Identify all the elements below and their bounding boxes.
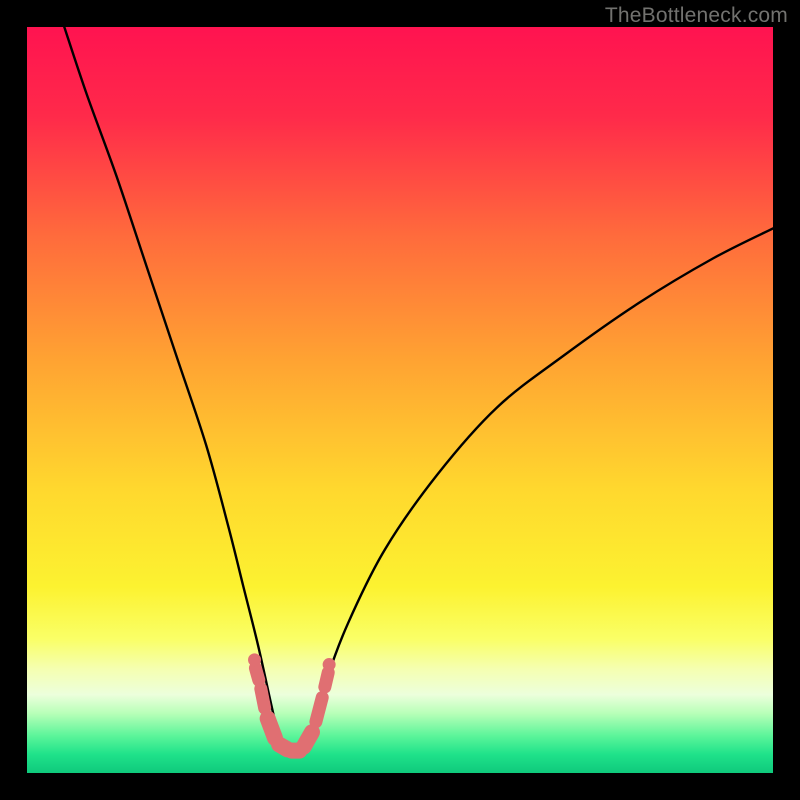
plateau-segment <box>268 719 275 738</box>
curve-layer <box>27 27 773 773</box>
plateau-segment <box>316 697 322 721</box>
plateau-segment <box>304 732 312 747</box>
plateau-segment <box>325 672 328 687</box>
plateau-segment <box>255 668 258 680</box>
plateau-dot <box>248 653 261 666</box>
watermark-text: TheBottleneck.com <box>605 4 788 28</box>
plot-area <box>27 27 773 773</box>
chart-frame: TheBottleneck.com <box>0 0 800 800</box>
plateau-markers <box>248 653 336 750</box>
bottleneck-curve <box>64 27 773 752</box>
plateau-segment <box>261 689 265 708</box>
plateau-dot <box>323 658 336 671</box>
